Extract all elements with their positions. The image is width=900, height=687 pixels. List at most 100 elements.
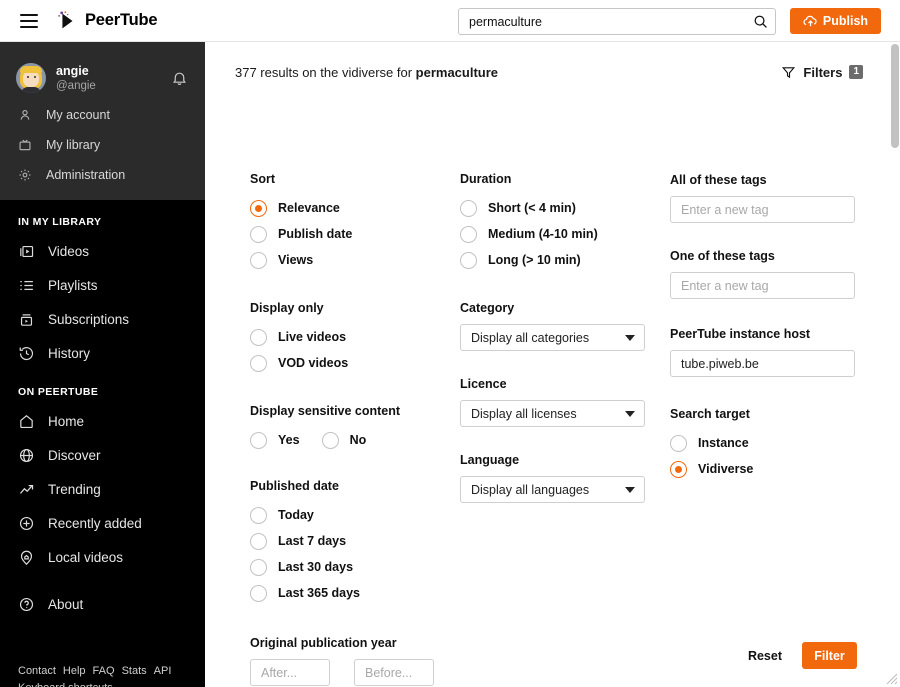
footer-link-faq[interactable]: FAQ xyxy=(93,665,115,677)
avatar[interactable] xyxy=(16,63,46,93)
radio-sort-publish-date[interactable]: Publish date xyxy=(250,221,450,247)
filter-group-language: Language Display all languages xyxy=(460,453,655,503)
radio-display-live-videos[interactable]: Live videos xyxy=(250,324,450,350)
radio-label: Relevance xyxy=(278,201,340,215)
sidebar-item-subscriptions[interactable]: Subscriptions xyxy=(0,302,205,336)
category-selected-value: Display all categories xyxy=(471,330,590,345)
results-summary: 377 results on the vidiverse for permacu… xyxy=(235,65,498,80)
user-profile-row[interactable]: angie @angie xyxy=(0,56,205,100)
footer-link-stats[interactable]: Stats xyxy=(122,665,147,677)
all-tags-label: All of these tags xyxy=(670,173,767,187)
footer-link-help[interactable]: Help xyxy=(63,665,86,677)
radio-label: Publish date xyxy=(278,227,353,241)
sidebar-item-my-library[interactable]: My library xyxy=(0,130,205,160)
radio-label: Vidiverse xyxy=(698,462,754,476)
radio-label: Last 365 days xyxy=(278,586,360,600)
radio-indicator xyxy=(670,460,687,478)
footer-link-contact[interactable]: Contact xyxy=(18,665,56,677)
radio-sensitive-yes[interactable]: Yes xyxy=(250,427,300,453)
radio-display-vod-videos[interactable]: VOD videos xyxy=(250,350,450,376)
category-select[interactable]: Display all categories xyxy=(460,324,645,351)
sidebar-item-discover[interactable]: Discover xyxy=(0,438,205,472)
radio-published-today[interactable]: Today xyxy=(250,502,450,528)
sidebar-item-trending[interactable]: Trending xyxy=(0,472,205,506)
search-icon[interactable] xyxy=(745,9,775,34)
radio-sort-relevance[interactable]: Relevance xyxy=(250,195,450,221)
radio-label: Live videos xyxy=(278,330,347,344)
reset-button[interactable]: Reset xyxy=(748,649,782,663)
radio-label: Long (> 10 min) xyxy=(488,253,581,267)
radio-label: No xyxy=(349,433,367,447)
sidebar-item-videos[interactable]: Videos xyxy=(0,234,205,268)
filters-toggle-button[interactable]: Filters 1 xyxy=(781,65,863,80)
sidebar-label: Local videos xyxy=(48,549,124,565)
radio-duration-short[interactable]: Short (< 4 min) xyxy=(460,195,655,221)
home-icon xyxy=(18,413,44,430)
user-handle: @angie xyxy=(56,79,96,92)
footer-link-api[interactable]: API xyxy=(154,665,172,677)
hamburger-menu-icon[interactable] xyxy=(12,4,46,38)
radio-label: Today xyxy=(278,508,314,522)
sidebar-item-about[interactable]: About xyxy=(0,587,205,621)
funnel-icon xyxy=(782,66,796,78)
sidebar-item-history[interactable]: History xyxy=(0,336,205,370)
sidebar-label: About xyxy=(48,596,84,612)
publish-button[interactable]: Publish xyxy=(790,8,881,34)
radio-indicator xyxy=(250,584,267,602)
filter-actions: Reset Filter xyxy=(205,642,893,669)
publish-label: Publish xyxy=(822,14,869,28)
filters-count-badge: 1 xyxy=(849,65,863,79)
one-of-tags-input[interactable] xyxy=(670,272,855,299)
filter-group-published-date: Published date Today Last 7 days Last 30… xyxy=(250,479,450,606)
duration-label: Duration xyxy=(460,172,512,186)
radio-published-last-7-days[interactable]: Last 7 days xyxy=(250,528,450,554)
radio-published-last-365-days[interactable]: Last 365 days xyxy=(250,580,450,606)
radio-indicator xyxy=(460,199,477,217)
licence-label: Licence xyxy=(460,377,507,391)
sidebar-item-my-account[interactable]: My account xyxy=(0,100,205,130)
radio-search-target-vidiverse[interactable]: Vidiverse xyxy=(670,456,865,482)
radio-label: Short (< 4 min) xyxy=(488,201,576,215)
videos-icon xyxy=(18,243,44,260)
sidebar-section-title-peertube: ON PEERTUBE xyxy=(18,386,99,398)
sidebar-item-local-videos[interactable]: Local videos xyxy=(0,540,205,574)
resize-grip-icon[interactable] xyxy=(884,671,898,685)
history-icon xyxy=(18,345,44,362)
chevron-down-icon xyxy=(625,486,635,493)
radio-duration-medium[interactable]: Medium (4-10 min) xyxy=(460,221,655,247)
licence-select[interactable]: Display all licenses xyxy=(460,400,645,427)
footer-keyboard-shortcuts[interactable]: Keyboard shortcuts xyxy=(18,680,203,687)
peertube-logo-link[interactable]: PeerTube xyxy=(56,10,158,32)
search-bar[interactable] xyxy=(458,8,776,35)
sidebar-item-playlists[interactable]: Playlists xyxy=(0,268,205,302)
sidebar-footer-links: Contact Help FAQ Stats API Keyboard shortcut… xyxy=(18,663,203,687)
language-select[interactable]: Display all languages xyxy=(460,476,645,503)
globe-icon xyxy=(18,447,44,464)
all-tags-input[interactable] xyxy=(670,196,855,223)
instance-host-input[interactable] xyxy=(670,350,855,377)
radio-sort-views[interactable]: Views xyxy=(250,247,450,273)
map-pin-icon xyxy=(18,549,44,566)
filters-column-left: Sort Relevance Publish date Views Displa… xyxy=(250,172,450,687)
radio-published-last-30-days[interactable]: Last 30 days xyxy=(250,554,450,580)
sidebar-label: Home xyxy=(48,413,85,429)
sidebar-item-administration[interactable]: Administration xyxy=(0,160,205,190)
category-label: Category xyxy=(460,301,515,315)
radio-label: Last 7 days xyxy=(278,534,347,548)
apply-filter-button[interactable]: Filter xyxy=(802,642,857,669)
sidebar-label: My library xyxy=(46,138,101,152)
search-input[interactable] xyxy=(459,14,745,29)
bell-icon[interactable] xyxy=(167,66,191,90)
results-prefix: 377 results on the vidiverse for xyxy=(235,64,416,80)
scrollbar-thumb[interactable] xyxy=(891,44,899,148)
sidebar-item-home[interactable]: Home xyxy=(0,404,205,438)
page-scrollbar[interactable] xyxy=(891,44,899,687)
radio-sensitive-no[interactable]: No xyxy=(321,427,367,453)
person-icon xyxy=(18,108,40,122)
sidebar-item-recently-added[interactable]: Recently added xyxy=(0,506,205,540)
radio-duration-long[interactable]: Long (> 10 min) xyxy=(460,247,655,273)
filters-label: Filters xyxy=(803,64,843,80)
filter-group-all-tags: All of these tags xyxy=(670,173,865,223)
filter-group-duration: Duration Short (< 4 min) Medium (4-10 mi… xyxy=(460,172,655,273)
radio-search-target-instance[interactable]: Instance xyxy=(670,430,865,456)
